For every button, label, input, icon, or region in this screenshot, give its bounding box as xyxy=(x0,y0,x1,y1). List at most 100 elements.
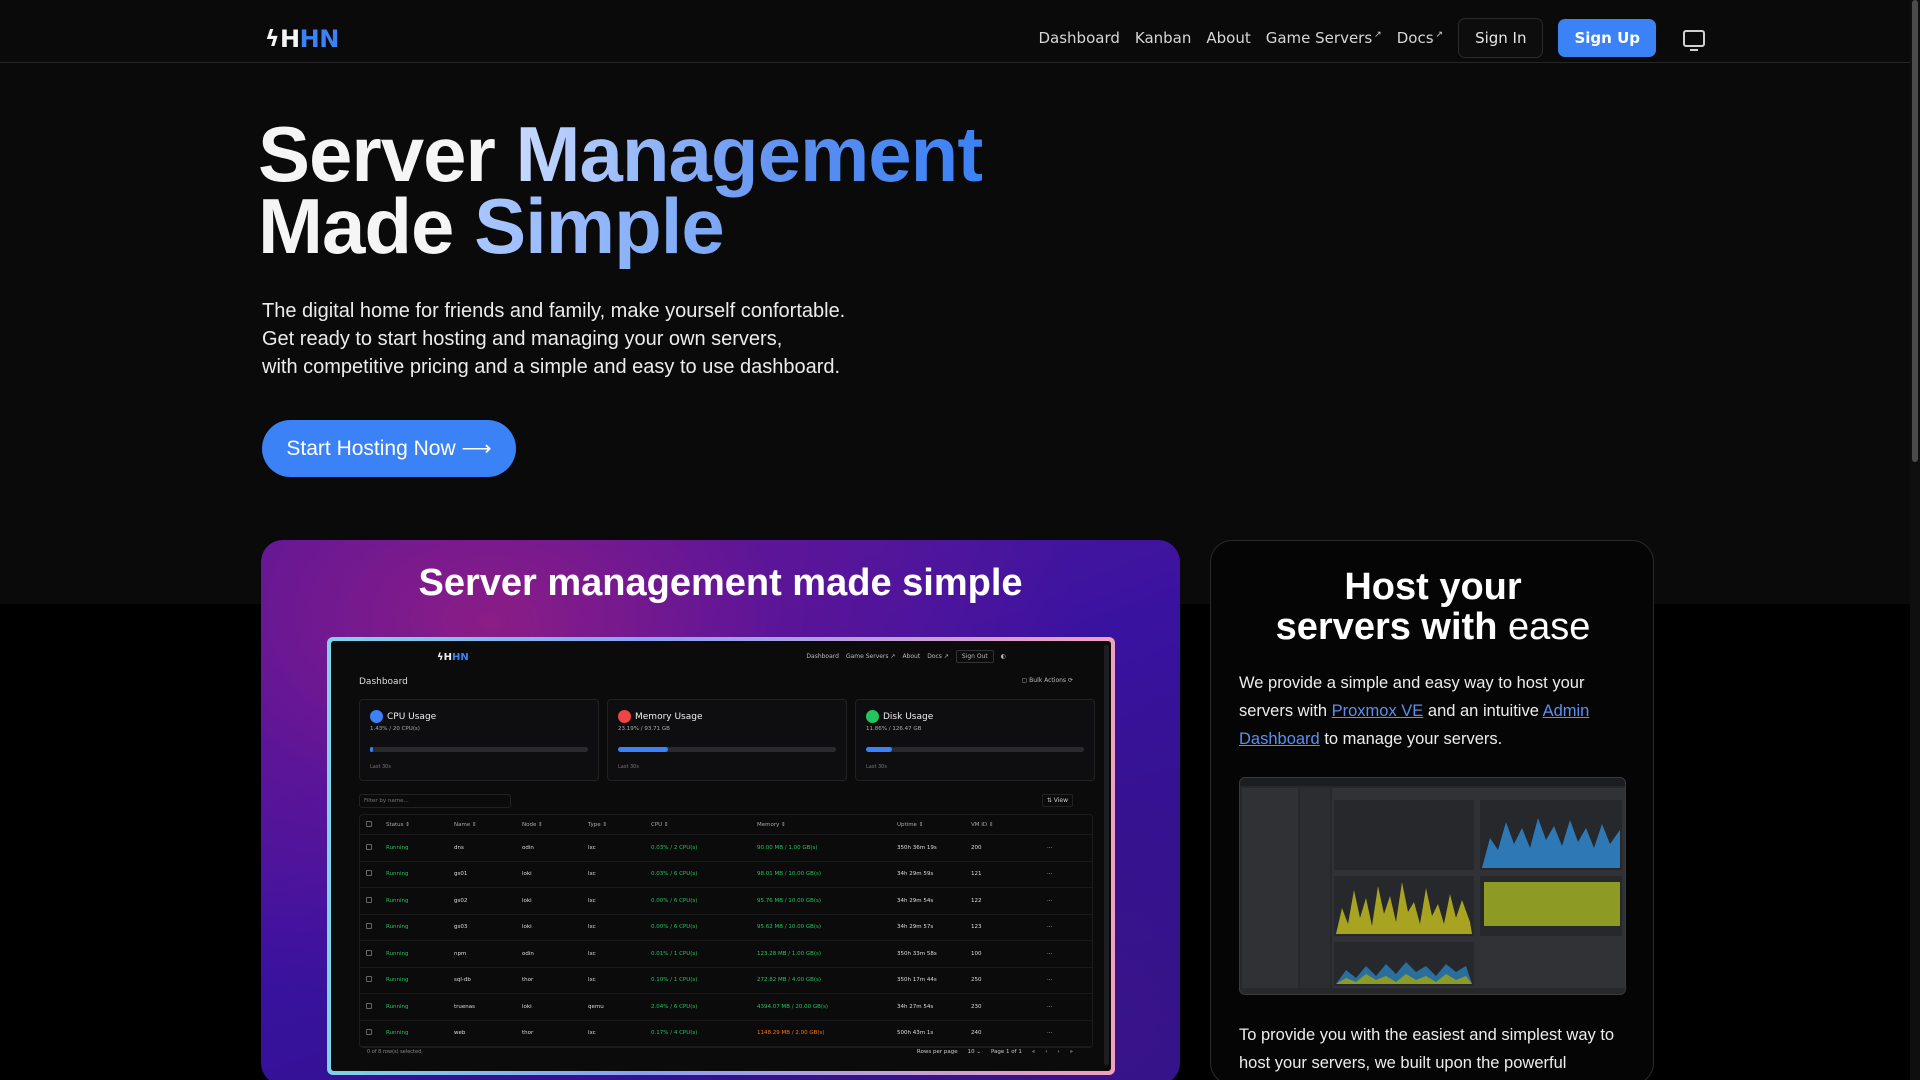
row-select xyxy=(360,896,386,905)
dashboard-screenshot: ϟHHN Dashboard Game Servers ↗ About Docs… xyxy=(327,637,1115,1075)
pager-last-icon: » xyxy=(1069,1049,1073,1055)
screenshot-pager: Rows per page 10 ⌄ Page 1 of 1 « ‹ › » xyxy=(917,1049,1073,1055)
checkbox-icon xyxy=(366,949,372,956)
stat-card-note: Last 30s xyxy=(866,764,887,770)
table-cell: 100 xyxy=(971,950,982,957)
stat-card-note: Last 30s xyxy=(618,764,639,770)
table-cell: 500h 43m 1s xyxy=(897,1030,934,1037)
nav-docs-label: Docs xyxy=(1396,29,1434,47)
checkbox-icon xyxy=(366,820,372,827)
table-cell: 250 xyxy=(971,977,982,984)
stat-card-progress xyxy=(370,747,588,752)
table-header-cell: Type ⇕ xyxy=(588,821,607,828)
row-menu-icon: ··· xyxy=(1047,1030,1053,1037)
hosting-text-part: and an intuitive xyxy=(1423,702,1543,720)
table-cell: 0.03% / 2 CPU(s) xyxy=(651,844,698,851)
nav-about[interactable]: About xyxy=(1206,29,1250,47)
row-select xyxy=(360,949,386,958)
screenshot-sign-out: Sign Out xyxy=(955,650,994,663)
stat-card-progress xyxy=(866,747,1084,752)
table-cell: Running xyxy=(386,1030,409,1037)
screenshot-table-header: Status ⇕ Name ⇕ Node ⇕ Type ⇕ CPU ⇕ Memory ⇕ U… xyxy=(360,815,1092,835)
screenshot-selection-count: 0 of 8 row(s) selected. xyxy=(367,1049,423,1055)
table-cell: sql-db xyxy=(454,977,471,984)
table-row: Running sql-db thor lxc 0.10% / 1 CPU(s) 272.… xyxy=(360,968,1092,994)
hosting-title-accent: ease xyxy=(1507,606,1591,648)
sign-up-button[interactable]: Sign Up xyxy=(1558,19,1656,57)
sign-in-button[interactable]: Sign In xyxy=(1458,18,1544,58)
nav-dashboard[interactable]: Dashboard xyxy=(1038,29,1119,47)
screenshot-page-title: Dashboard xyxy=(359,677,408,687)
row-menu-icon: ··· xyxy=(1047,871,1053,878)
stat-card-progress xyxy=(618,747,836,752)
nav-kanban[interactable]: Kanban xyxy=(1135,29,1192,47)
logo-letter: H xyxy=(280,25,300,53)
page-scrollbar[interactable] xyxy=(1910,0,1920,1080)
screenshot-bulk-actions: ▢ Bulk Actions ⟳ xyxy=(1022,677,1073,684)
stat-card-value: 11.86% / 126.47 GB xyxy=(866,726,922,732)
brand-logo[interactable]: ϟ H HN xyxy=(265,25,339,53)
table-cell: loki xyxy=(522,924,532,931)
table-cell: 95.62 MB / 10.00 GB(s) xyxy=(757,924,822,931)
proxmox-link[interactable]: Proxmox VE xyxy=(1332,702,1424,720)
checkbox-icon xyxy=(366,1029,372,1036)
nav-game-servers-label: Game Servers xyxy=(1265,29,1373,47)
table-cell: truenas xyxy=(454,1003,476,1010)
stat-card-title: CPU Usage xyxy=(387,711,437,722)
table-row: Running npm odin lxc 0.01% / 1 CPU(s) 123.28 … xyxy=(360,941,1092,968)
row-select xyxy=(360,1029,386,1037)
start-hosting-button[interactable]: Start Hosting Now ⟶ xyxy=(262,420,516,477)
checkbox-icon xyxy=(366,843,372,850)
stat-card-progress-fill xyxy=(866,747,893,752)
table-cell: loki xyxy=(522,897,532,904)
pager-prev-icon: ‹ xyxy=(1045,1049,1048,1055)
hosting-text-part: to manage your servers. xyxy=(1319,730,1503,748)
table-cell: 0.17% / 4 CPU(s) xyxy=(651,1030,698,1037)
screenshot-nav-item: Docs ↗ xyxy=(927,653,949,660)
table-cell: Running xyxy=(386,950,409,957)
table-header-cell: Uptime ⇕ xyxy=(897,821,924,828)
screenshot-nav-item: Dashboard xyxy=(806,653,839,660)
table-cell: 350h 17m 44s xyxy=(897,977,937,984)
monitor-theme-icon[interactable] xyxy=(1683,29,1705,51)
table-header-cell: Status ⇕ xyxy=(386,821,410,828)
proxmox-screenshot-graphic xyxy=(1240,778,1625,988)
nav-docs[interactable]: Docs ↗ xyxy=(1397,29,1443,47)
hero-subtitle: The digital home for friends and family,… xyxy=(262,297,845,381)
nav-game-servers[interactable]: Game Servers ↗ xyxy=(1266,29,1382,47)
screenshot-rows-per-page: Rows per page xyxy=(916,1049,958,1055)
table-header-cell: Node ⇕ xyxy=(522,821,543,828)
proxmox-screenshot xyxy=(1239,777,1626,995)
table-cell: 34h 27m 54s xyxy=(897,1003,934,1010)
table-cell: 350h 36m 19s xyxy=(897,844,937,851)
table-cell: 0.00% / 6 CPU(s) xyxy=(651,924,698,931)
table-row: Running gs01 loki lxc 0.03% / 6 CPU(s) 98.01 … xyxy=(360,862,1092,888)
screenshot-stat-card: CPU Usage 1.43% / 20 CPU(s) Last 30s xyxy=(359,699,599,781)
checkbox-icon xyxy=(366,1002,372,1009)
table-cell: 0.10% / 1 CPU(s) xyxy=(651,977,698,984)
table-cell: lxc xyxy=(588,871,596,878)
stat-card-progress-fill xyxy=(618,747,669,752)
row-menu-icon: ··· xyxy=(1047,844,1053,851)
table-cell: Running xyxy=(386,977,409,984)
table-cell: loki xyxy=(522,871,532,878)
screenshot-nav-item: Game Servers ↗ xyxy=(845,653,896,660)
table-cell: 0.00% / 6 CPU(s) xyxy=(651,897,698,904)
table-cell: qemu xyxy=(588,1003,604,1010)
table-cell: 90.00 MB / 1.00 GB(s) xyxy=(757,844,818,851)
scrollbar-thumb[interactable] xyxy=(1912,0,1918,462)
table-cell: lxc xyxy=(588,1030,596,1037)
feature-card-hosting: Host your servers with ease We provide a… xyxy=(1210,540,1654,1080)
row-select xyxy=(360,843,386,852)
table-row: Running gs02 loki lxc 0.00% / 6 CPU(s) 95.76 … xyxy=(360,888,1092,915)
screenshot-filter-input: Filter by name... xyxy=(359,794,511,808)
hero-title-word: Made xyxy=(258,182,475,270)
stat-card-value: 1.43% / 20 CPU(s) xyxy=(370,726,420,732)
hosting-card-text: We provide a simple and easy way to host… xyxy=(1239,669,1631,753)
screenshot-logo: ϟHHN xyxy=(437,652,469,663)
stat-card-title-row: Disk Usage xyxy=(866,710,1084,723)
table-cell: 350h 33m 58s xyxy=(897,950,937,957)
screenshot-nav-item: About xyxy=(902,653,921,660)
table-cell: 95.76 MB / 10.00 GB(s) xyxy=(757,897,822,904)
row-menu-icon: ··· xyxy=(1047,977,1053,984)
